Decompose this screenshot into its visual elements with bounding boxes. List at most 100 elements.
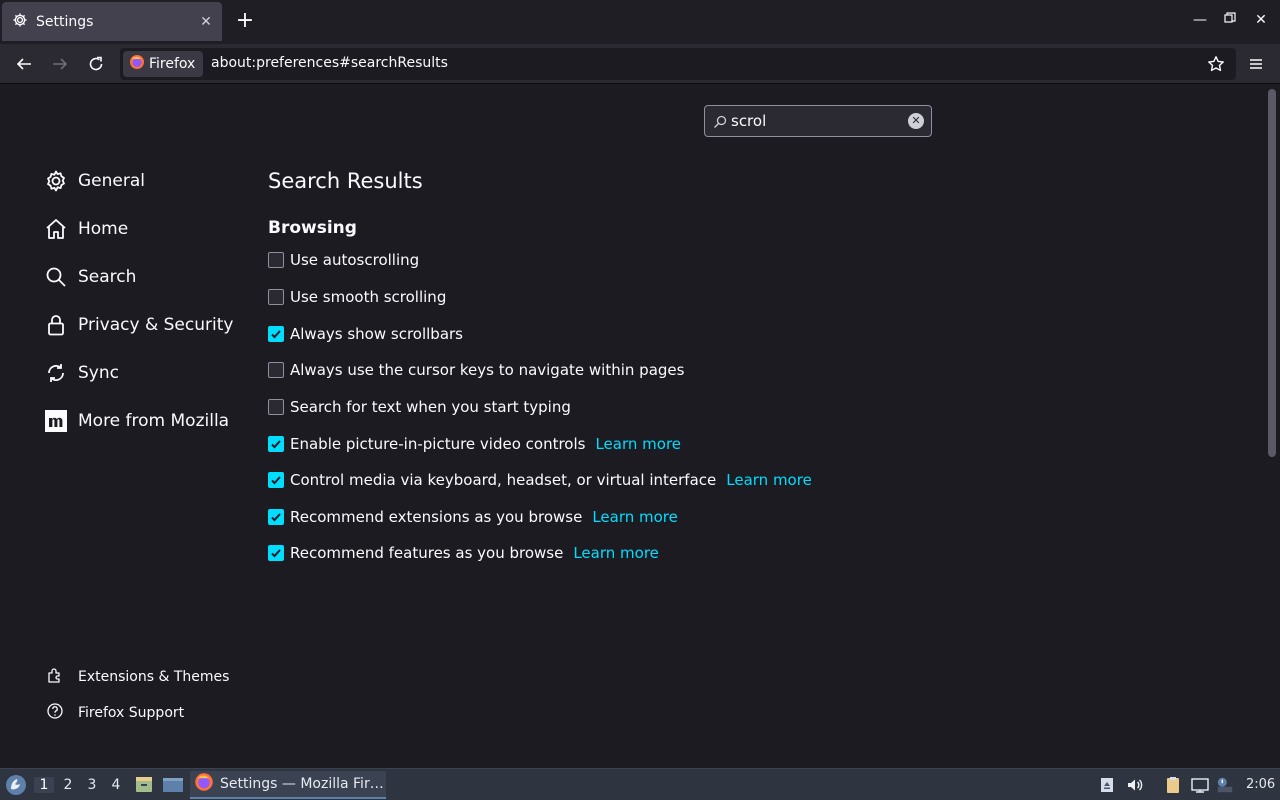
option-label: Always show scrollbars	[290, 325, 463, 343]
settings-search-box[interactable]: ✕	[704, 105, 932, 137]
minimize-icon[interactable]: —	[1190, 12, 1210, 28]
puzzle-icon	[46, 666, 64, 688]
firefox-logo-icon	[129, 54, 145, 74]
clipboard-icon[interactable]	[1164, 776, 1182, 794]
checkbox-checked[interactable]	[268, 326, 284, 342]
search-icon	[44, 265, 68, 289]
taskbar-firefox-window[interactable]: Settings — Mozilla Fir…	[190, 771, 386, 799]
extensions-themes-link[interactable]: Extensions & Themes	[46, 665, 229, 689]
close-tab-icon[interactable]: ✕	[198, 14, 214, 30]
sidebar-item-label: Privacy & Security	[78, 315, 234, 335]
new-tab-button[interactable]: +	[234, 10, 256, 33]
task-title: Settings — Mozilla Fir…	[220, 776, 384, 792]
sidebar-item-sync[interactable]: Sync	[44, 357, 254, 389]
eject-icon[interactable]	[1098, 776, 1116, 794]
network-icon[interactable]	[1191, 776, 1209, 794]
checkbox[interactable]	[268, 399, 284, 415]
option-label: Enable picture-in-picture video controls	[290, 435, 586, 453]
learn-more-link[interactable]: Learn more	[573, 544, 659, 562]
footer-link-label: Extensions & Themes	[78, 669, 230, 685]
url-text[interactable]: about:preferences#searchResults	[211, 55, 448, 71]
checkbox[interactable]	[268, 362, 284, 378]
section-heading: Browsing	[268, 218, 357, 238]
checkbox-checked[interactable]	[268, 472, 284, 488]
learn-more-link[interactable]: Learn more	[592, 508, 678, 526]
forward-button[interactable]	[48, 52, 72, 76]
checkbox[interactable]	[268, 252, 284, 268]
back-button[interactable]	[12, 52, 36, 76]
gear-icon	[12, 12, 28, 32]
option-picture-in-picture[interactable]: Enable picture-in-picture video controls…	[268, 432, 681, 456]
option-label: Use autoscrolling	[290, 251, 420, 269]
start-menu-icon[interactable]	[5, 774, 27, 800]
sidebar-item-label: Search	[78, 267, 137, 287]
footer-link-label: Firefox Support	[78, 705, 185, 721]
page-title: Search Results	[268, 169, 423, 193]
bookmark-star-icon[interactable]	[1204, 52, 1228, 76]
tab-strip: Settings ✕ + — ✕	[0, 0, 1280, 44]
option-label: Control media via keyboard, headset, or …	[290, 471, 717, 489]
firefox-logo-icon	[194, 772, 214, 796]
workspace-4[interactable]: 4	[106, 777, 126, 793]
option-show-scrollbars[interactable]: Always show scrollbars	[268, 322, 463, 346]
sidebar-item-label: Sync	[78, 363, 119, 383]
option-smooth-scrolling[interactable]: Use smooth scrolling	[268, 285, 446, 309]
checkmark-icon	[271, 440, 281, 449]
option-label: Always use the cursor keys to navigate w…	[290, 361, 685, 379]
workspace-3[interactable]: 3	[82, 777, 102, 793]
sidebar-item-mozilla[interactable]: More from Mozilla	[44, 405, 254, 437]
checkbox-checked[interactable]	[268, 436, 284, 452]
reload-icon	[89, 56, 103, 71]
sidebar-item-home[interactable]: Home	[44, 213, 254, 245]
option-media-control[interactable]: Control media via keyboard, headset, or …	[268, 468, 812, 492]
hamburger-menu-icon[interactable]	[1244, 52, 1268, 76]
option-recommend-extensions[interactable]: Recommend extensions as you browse Learn…	[268, 505, 678, 529]
notification-icon[interactable]	[1216, 776, 1234, 794]
url-bar[interactable]: Firefox about:preferences#searchResults	[120, 48, 1236, 80]
preferences-page: ✕ General Home Search Privacy & Securit	[0, 85, 1280, 768]
gear-icon	[44, 169, 68, 193]
clear-search-icon[interactable]: ✕	[908, 113, 924, 129]
checkmark-icon	[271, 549, 281, 558]
sidebar-item-search[interactable]: Search	[44, 261, 254, 293]
reload-button[interactable]	[84, 52, 108, 76]
close-window-icon[interactable]: ✕	[1251, 12, 1271, 28]
option-label: Use smooth scrolling	[290, 288, 447, 306]
learn-more-link[interactable]: Learn more	[595, 435, 681, 453]
search-icon	[713, 114, 727, 133]
clock: 2:06	[1246, 777, 1276, 792]
option-label: Search for text when you start typing	[290, 398, 571, 416]
help-icon	[46, 702, 64, 724]
sidebar-item-general[interactable]: General	[44, 165, 254, 197]
taskbar: 1 2 3 4 Settings — Mozilla Fir… 2:06	[0, 768, 1280, 800]
workspace-1[interactable]: 1	[34, 777, 54, 793]
option-autoscrolling[interactable]: Use autoscrolling	[268, 248, 419, 272]
learn-more-link[interactable]: Learn more	[726, 471, 812, 489]
option-recommend-features[interactable]: Recommend features as you browse Learn m…	[268, 541, 659, 565]
option-label: Recommend features as you browse	[290, 544, 564, 562]
checkmark-icon	[271, 330, 281, 339]
firefox-support-link[interactable]: Firefox Support	[46, 701, 184, 725]
lock-icon	[44, 313, 68, 337]
sidebar-item-label: Home	[78, 219, 129, 239]
checkbox-checked[interactable]	[268, 509, 284, 525]
home-icon	[44, 217, 68, 241]
tab-title: Settings	[36, 13, 94, 30]
checkbox[interactable]	[268, 289, 284, 305]
option-search-typing[interactable]: Search for text when you start typing	[268, 395, 571, 419]
sync-icon	[44, 361, 68, 385]
back-arrow-icon	[16, 58, 31, 70]
show-desktop-icon[interactable]	[162, 775, 184, 799]
identity-box[interactable]: Firefox	[123, 51, 203, 77]
workspace-2[interactable]: 2	[58, 777, 78, 793]
sidebar-item-privacy[interactable]: Privacy & Security	[44, 309, 254, 341]
page-scrollbar[interactable]	[1268, 89, 1276, 457]
identity-label: Firefox	[149, 56, 196, 72]
file-manager-icon[interactable]	[134, 775, 154, 799]
volume-icon[interactable]	[1126, 776, 1144, 794]
checkbox-checked[interactable]	[268, 545, 284, 561]
restore-icon[interactable]	[1220, 12, 1240, 28]
settings-search-input[interactable]	[731, 110, 901, 132]
tab-settings[interactable]: Settings ✕	[2, 2, 222, 41]
option-cursor-keys[interactable]: Always use the cursor keys to navigate w…	[268, 358, 684, 382]
